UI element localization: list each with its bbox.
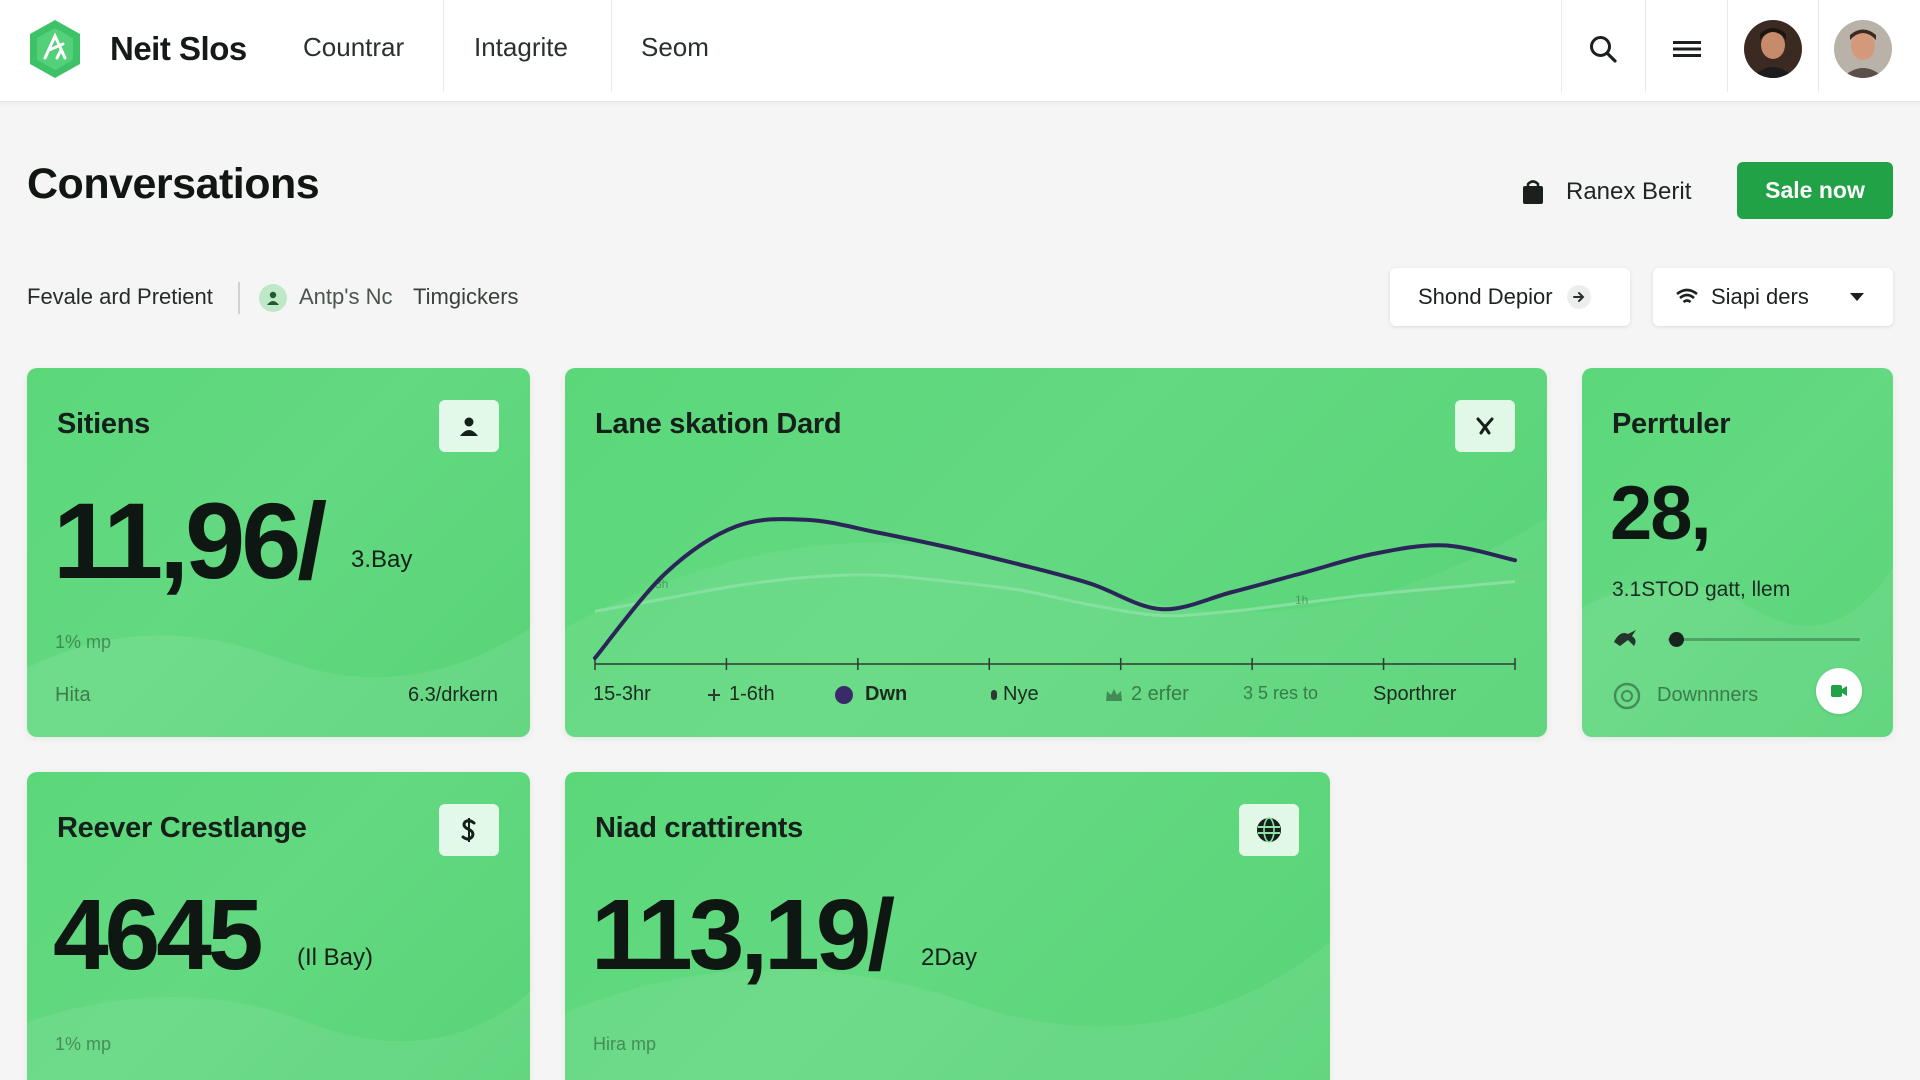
nav-divider: [611, 0, 612, 92]
metric-subtitle: 3.1STOD gatt, llem: [1612, 578, 1791, 601]
legend-item: Sporthrer: [1373, 683, 1457, 705]
faint-mark: 3h: [655, 577, 668, 591]
toolbar-divider: [1561, 0, 1562, 92]
card-title: Perrtuler: [1612, 408, 1731, 440]
toolbar-divider: [1645, 0, 1646, 92]
nav-divider: [443, 0, 444, 92]
siapi-ders-label: Siapi ders: [1711, 284, 1809, 309]
chat-icon: [1831, 685, 1847, 697]
card-lane-chart: Lane skation Dard 3h 1h 15-3hr 1-6th Dwn…: [565, 368, 1547, 737]
filter-divider: [238, 282, 240, 314]
line-chart: 3h 1h: [593, 517, 1517, 670]
series-line-dark: [593, 517, 1517, 660]
user-avatar-icon: [1834, 20, 1892, 78]
menu-icon: [1673, 41, 1701, 57]
arrow-right-icon: [1566, 285, 1591, 309]
search-button[interactable]: [1578, 26, 1628, 72]
metric-value: 4645: [53, 879, 263, 991]
chevron-down-icon: [1850, 293, 1864, 301]
legend-label: Nye: [1003, 683, 1039, 705]
toolbar-divider: [1818, 0, 1819, 92]
user-icon-button[interactable]: [439, 400, 499, 452]
logo-icon[interactable]: [27, 18, 83, 80]
menu-button[interactable]: [1662, 26, 1712, 72]
legend-item: Dwn: [835, 683, 907, 706]
metric-unit: 3.Bay: [351, 546, 413, 573]
user-avatar-icon: [1744, 20, 1802, 78]
card-title: Reever Crestlange: [57, 812, 307, 844]
shond-depior-label: Shond Depior: [1418, 284, 1553, 309]
legend-drop-icon: [991, 689, 997, 700]
user-icon: [460, 417, 478, 436]
avatar-secondary[interactable]: [1834, 20, 1892, 78]
chat-button[interactable]: [1816, 668, 1862, 714]
siapi-ders-dropdown[interactable]: Siapi ders: [1653, 268, 1893, 326]
circle-icon: [1613, 682, 1641, 710]
legend-label: 1-6th: [729, 683, 775, 705]
dollar-icon: [461, 818, 476, 842]
metric-unit: 2Day: [921, 944, 978, 971]
legend-item: 1-6th: [707, 683, 775, 706]
slider-thumb[interactable]: [1668, 632, 1684, 647]
legend-dot-icon: [835, 685, 853, 704]
globe-icon: [1257, 817, 1281, 843]
person-chip-icon: [259, 284, 287, 312]
faint-mark: 1h: [1295, 593, 1308, 607]
dollar-icon-button[interactable]: [439, 804, 499, 856]
slider-track[interactable]: [1668, 632, 1860, 647]
card-sitiens: Sitiens 11,96/ 3.Bay 1% mp Hita 6.3/drke…: [27, 368, 530, 737]
metric-note: 1% mp: [55, 632, 112, 652]
legend-item: 2 erfer: [1105, 683, 1189, 706]
sale-now-button[interactable]: Sale now: [1737, 162, 1893, 219]
bird-icon: [1614, 630, 1636, 646]
card-title: Niad crattirents: [595, 812, 803, 844]
legend-item: 15-3hr: [593, 683, 651, 705]
metric-value: 113,19/: [591, 879, 895, 991]
page-title: Conversations: [27, 160, 320, 208]
filter-chip-secondary[interactable]: Timgickers: [413, 284, 519, 310]
metric-value: 11,96/: [53, 480, 327, 601]
card-perrtuler: Perrtuler 28, 3.1STOD gatt, llem Downnne…: [1582, 368, 1893, 737]
top-navigation-bar: Neit Slos Countrar Intagrite Seom: [0, 0, 1920, 102]
bag-icon: [1523, 180, 1543, 204]
globe-icon-button[interactable]: [1239, 804, 1299, 856]
metric-value: 28,: [1610, 471, 1712, 556]
metric-note: 1% mp: [55, 1034, 112, 1054]
filter-label[interactable]: Fevale ard Pretient: [27, 284, 213, 310]
series-line-light: [594, 573, 1516, 618]
owner-label: Ranex Berit: [1566, 178, 1692, 205]
card-title: Sitiens: [57, 408, 150, 440]
legend-item: 3 5 res to: [1243, 683, 1319, 703]
wifi-icon: [1676, 288, 1698, 304]
person-icon: [267, 291, 279, 305]
card-niad: Niad crattirents 113,19/ 2Day Hira mp: [565, 772, 1330, 1080]
shond-depior-button[interactable]: Shond Depior: [1390, 268, 1630, 326]
metric-unit: (Il Bay): [297, 944, 374, 971]
search-icon: [1590, 36, 1617, 63]
nav-item-intagrite[interactable]: Intagrite: [474, 0, 568, 92]
brand-name: Neit Slos: [110, 30, 247, 67]
owner-selector[interactable]: Ranex Berit: [1522, 177, 1691, 207]
legend-label: Dwn: [865, 683, 908, 705]
nav-item-seom[interactable]: Seom: [641, 0, 709, 92]
card-reever: Reever Crestlange 4645 (Il Bay) 1% mp: [27, 772, 530, 1080]
card-footer-label: Downnners: [1657, 684, 1759, 706]
crown-icon: [1106, 688, 1122, 701]
legend-label: 2 erfer: [1131, 683, 1189, 705]
card-footer-left: Hita: [55, 684, 91, 706]
nav-item-countrar[interactable]: Countrar: [303, 0, 404, 92]
card-footer-right: 6.3/drkern: [407, 684, 498, 706]
plus-icon: [708, 688, 720, 701]
metric-note: Hira mp: [593, 1034, 657, 1054]
avatar[interactable]: [1744, 20, 1802, 78]
toolbar-divider: [1727, 0, 1728, 92]
filter-chip-label[interactable]: Antp's Nc: [299, 284, 392, 310]
legend-item: Nye: [991, 683, 1039, 706]
